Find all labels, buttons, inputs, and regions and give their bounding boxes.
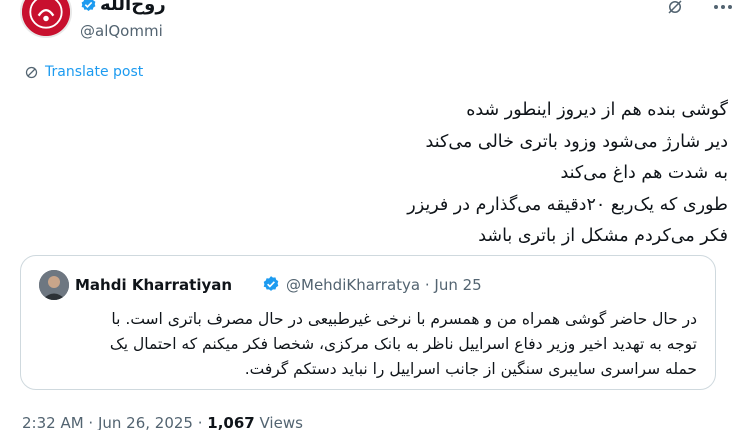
translate-icon <box>25 66 38 78</box>
verified-badge-icon <box>263 276 279 291</box>
more-options-icon[interactable] <box>714 0 736 14</box>
author-display-name-row[interactable]: روح‌الله <box>80 0 166 15</box>
tweet-line: گوشی بنده هم از دیروز اینطور شده <box>466 100 728 120</box>
quoted-post-text: در حال حاضر گوشی همراه من و همسرم با نرخ… <box>37 307 697 382</box>
quoted-author-name[interactable]: Mahdi Kharratiyan <box>75 276 232 294</box>
quoted-line: حمله سراسری سایبری سنگین از جانب اسراییل… <box>244 360 697 378</box>
verified-badge-icon <box>81 0 96 11</box>
post-meta: 2:32 AM · Jun 26, 2025 · 1,067 Views <box>22 414 303 430</box>
author-avatar[interactable] <box>20 0 72 38</box>
tweet-text: گوشی بنده هم از دیروز اینطور شده دیر شار… <box>168 95 728 253</box>
author-handle[interactable]: @alQommi <box>80 22 163 40</box>
quoted-line: در حال حاضر گوشی همراه من و همسرم با نرخ… <box>111 310 697 328</box>
quoted-author-handle-date[interactable]: @MehdiKharratya · Jun 25 <box>286 276 482 294</box>
tweet-line: فکر می‌کردم مشکل از باتری باشد <box>478 226 728 246</box>
grok-icon[interactable] <box>666 0 684 16</box>
quoted-author-photo <box>39 270 69 300</box>
post-timestamp[interactable]: 2:32 AM · Jun 26, 2025 · <box>22 414 207 430</box>
quoted-post[interactable]: Mahdi Kharratiyan @MehdiKharratya · Jun … <box>20 255 716 390</box>
translate-post-label[interactable]: Translate post <box>45 64 143 80</box>
tweet-line: دیر شارژ می‌شود وزود باتری خالی می‌کند <box>425 131 728 152</box>
author-avatar-logo <box>22 0 70 36</box>
views-label: Views <box>254 414 303 430</box>
tweet-line: به شدت هم داغ می‌کند <box>560 163 728 183</box>
tweet-line: طوری که یک‌ربع ۲۰دقیقه می‌گذارم در فریزر <box>407 194 728 215</box>
views-count: 1,067 <box>207 414 255 430</box>
quoted-author-avatar[interactable] <box>39 270 69 300</box>
author-display-name[interactable]: روح‌الله <box>100 0 166 15</box>
quoted-line: توجه به تهدید اخیر وزیر دفاع اسراییل ناظ… <box>109 335 697 353</box>
translate-post-link[interactable]: Translate post <box>24 64 143 80</box>
